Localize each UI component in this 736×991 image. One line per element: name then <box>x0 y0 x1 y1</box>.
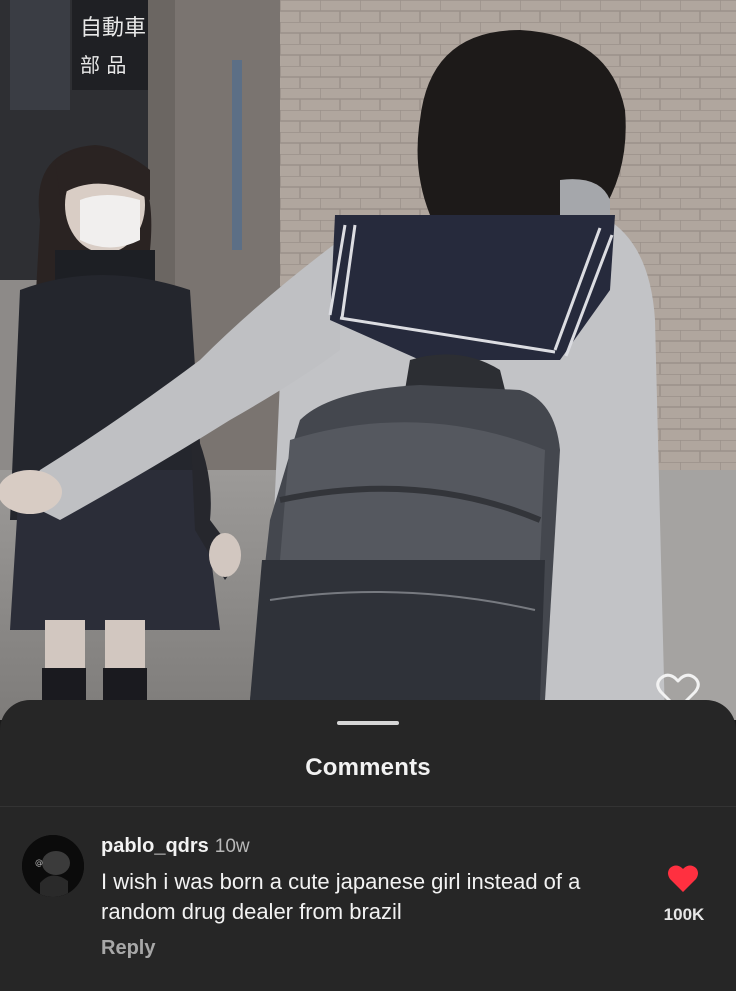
comment-username[interactable]: pablo_qdrs 10w <box>101 835 250 858</box>
sign-text-2: 部 品 <box>80 53 126 77</box>
sheet-grabber[interactable] <box>337 721 399 725</box>
username-text[interactable]: pablo_qdrs <box>101 835 209 857</box>
comment-text: I wish i was born a cute japanese girl i… <box>101 869 581 924</box>
avatar[interactable]: @ <box>22 835 84 897</box>
sheet-title: Comments <box>305 754 431 781</box>
comment-item: @ pablo_qdrs 10w I wish i was born a cute… <box>0 807 736 991</box>
comments-sheet: Comments @ pablo_qdrs 10w I wish i was bo… <box>0 700 736 991</box>
heart-filled-icon[interactable] <box>667 864 699 893</box>
post-photo: 自動車 部 品 <box>0 0 736 720</box>
sign-text-1: 自動車 <box>80 16 146 41</box>
like-count: 100K <box>663 905 705 924</box>
reply-button[interactable]: Reply <box>101 937 155 960</box>
svg-text:@: @ <box>35 858 43 867</box>
comment-time: 10w <box>214 836 250 857</box>
